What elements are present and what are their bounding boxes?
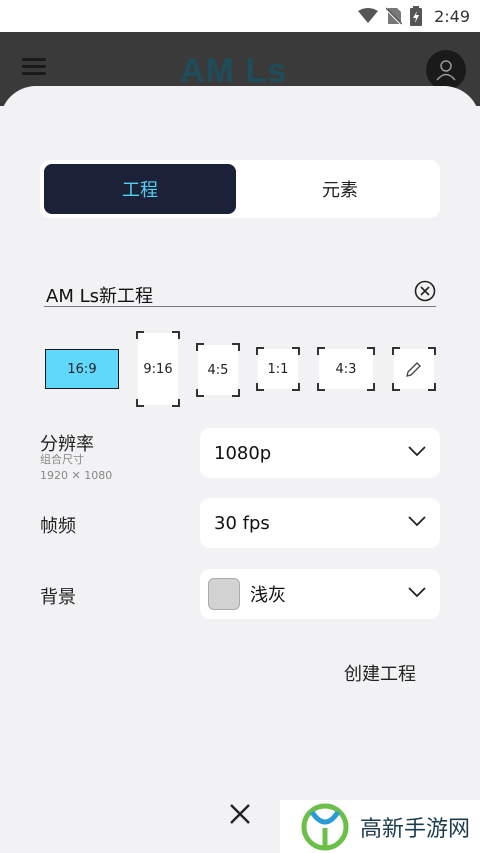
- no-sim-icon: [386, 7, 403, 25]
- background-dropdown[interactable]: 浅灰: [200, 569, 440, 619]
- close-icon[interactable]: [226, 800, 254, 828]
- background-color-swatch: [208, 578, 240, 610]
- framerate-label: 帧频: [40, 516, 76, 537]
- ratio-label: 16:9: [67, 361, 97, 377]
- resolution-dropdown[interactable]: 1080p: [200, 428, 440, 478]
- ratio-9-16[interactable]: 9:16: [136, 331, 180, 407]
- ratio-label: 1:1: [267, 361, 289, 377]
- project-name-value[interactable]: AM Ls新工程: [46, 282, 153, 308]
- pencil-icon: [406, 362, 421, 377]
- clear-icon[interactable]: [414, 280, 436, 302]
- chevron-down-icon: [408, 516, 426, 527]
- custom-ratio-button[interactable]: [392, 347, 436, 391]
- battery-icon: [410, 6, 423, 26]
- status-icons: 2:49: [358, 6, 470, 26]
- hamburger-menu-icon[interactable]: [22, 58, 46, 76]
- chevron-down-icon: [408, 587, 426, 598]
- ratio-4-3[interactable]: 4:3: [317, 347, 375, 391]
- ratio-label: 9:16: [143, 361, 173, 377]
- project-name-field[interactable]: AM Ls新工程: [44, 278, 436, 307]
- resolution-value: 1080p: [214, 442, 272, 464]
- status-time: 2:49: [434, 6, 470, 26]
- user-avatar-icon[interactable]: [426, 50, 466, 90]
- ratio-16-9[interactable]: 16:9: [45, 349, 119, 389]
- framerate-dropdown[interactable]: 30 fps: [200, 498, 440, 548]
- ratio-4-5[interactable]: 4:5: [196, 343, 240, 397]
- resolution-size: 1920 ✕ 1080: [40, 469, 113, 482]
- tab-elements[interactable]: 元素: [244, 164, 436, 214]
- watermark-logo-icon: [301, 803, 349, 850]
- watermark-text: 高新手游网: [360, 816, 471, 842]
- watermark: 高新手游网: [280, 800, 480, 853]
- ratio-1-1[interactable]: 1:1: [256, 347, 300, 391]
- background-value: 浅灰: [250, 585, 286, 606]
- background-label: 背景: [40, 587, 76, 608]
- create-project-button[interactable]: 创建工程: [344, 660, 416, 686]
- resolution-sub-label: 组合尺寸: [40, 453, 84, 466]
- tab-segment-control: 工程 元素: [40, 160, 440, 218]
- tab-project[interactable]: 工程: [44, 164, 236, 214]
- status-bar: 2:49: [0, 0, 480, 32]
- wifi-icon: [358, 8, 379, 23]
- chevron-down-icon: [408, 446, 426, 457]
- framerate-value: 30 fps: [214, 512, 270, 534]
- ratio-label: 4:3: [335, 361, 357, 377]
- ratio-label: 4:5: [207, 362, 229, 378]
